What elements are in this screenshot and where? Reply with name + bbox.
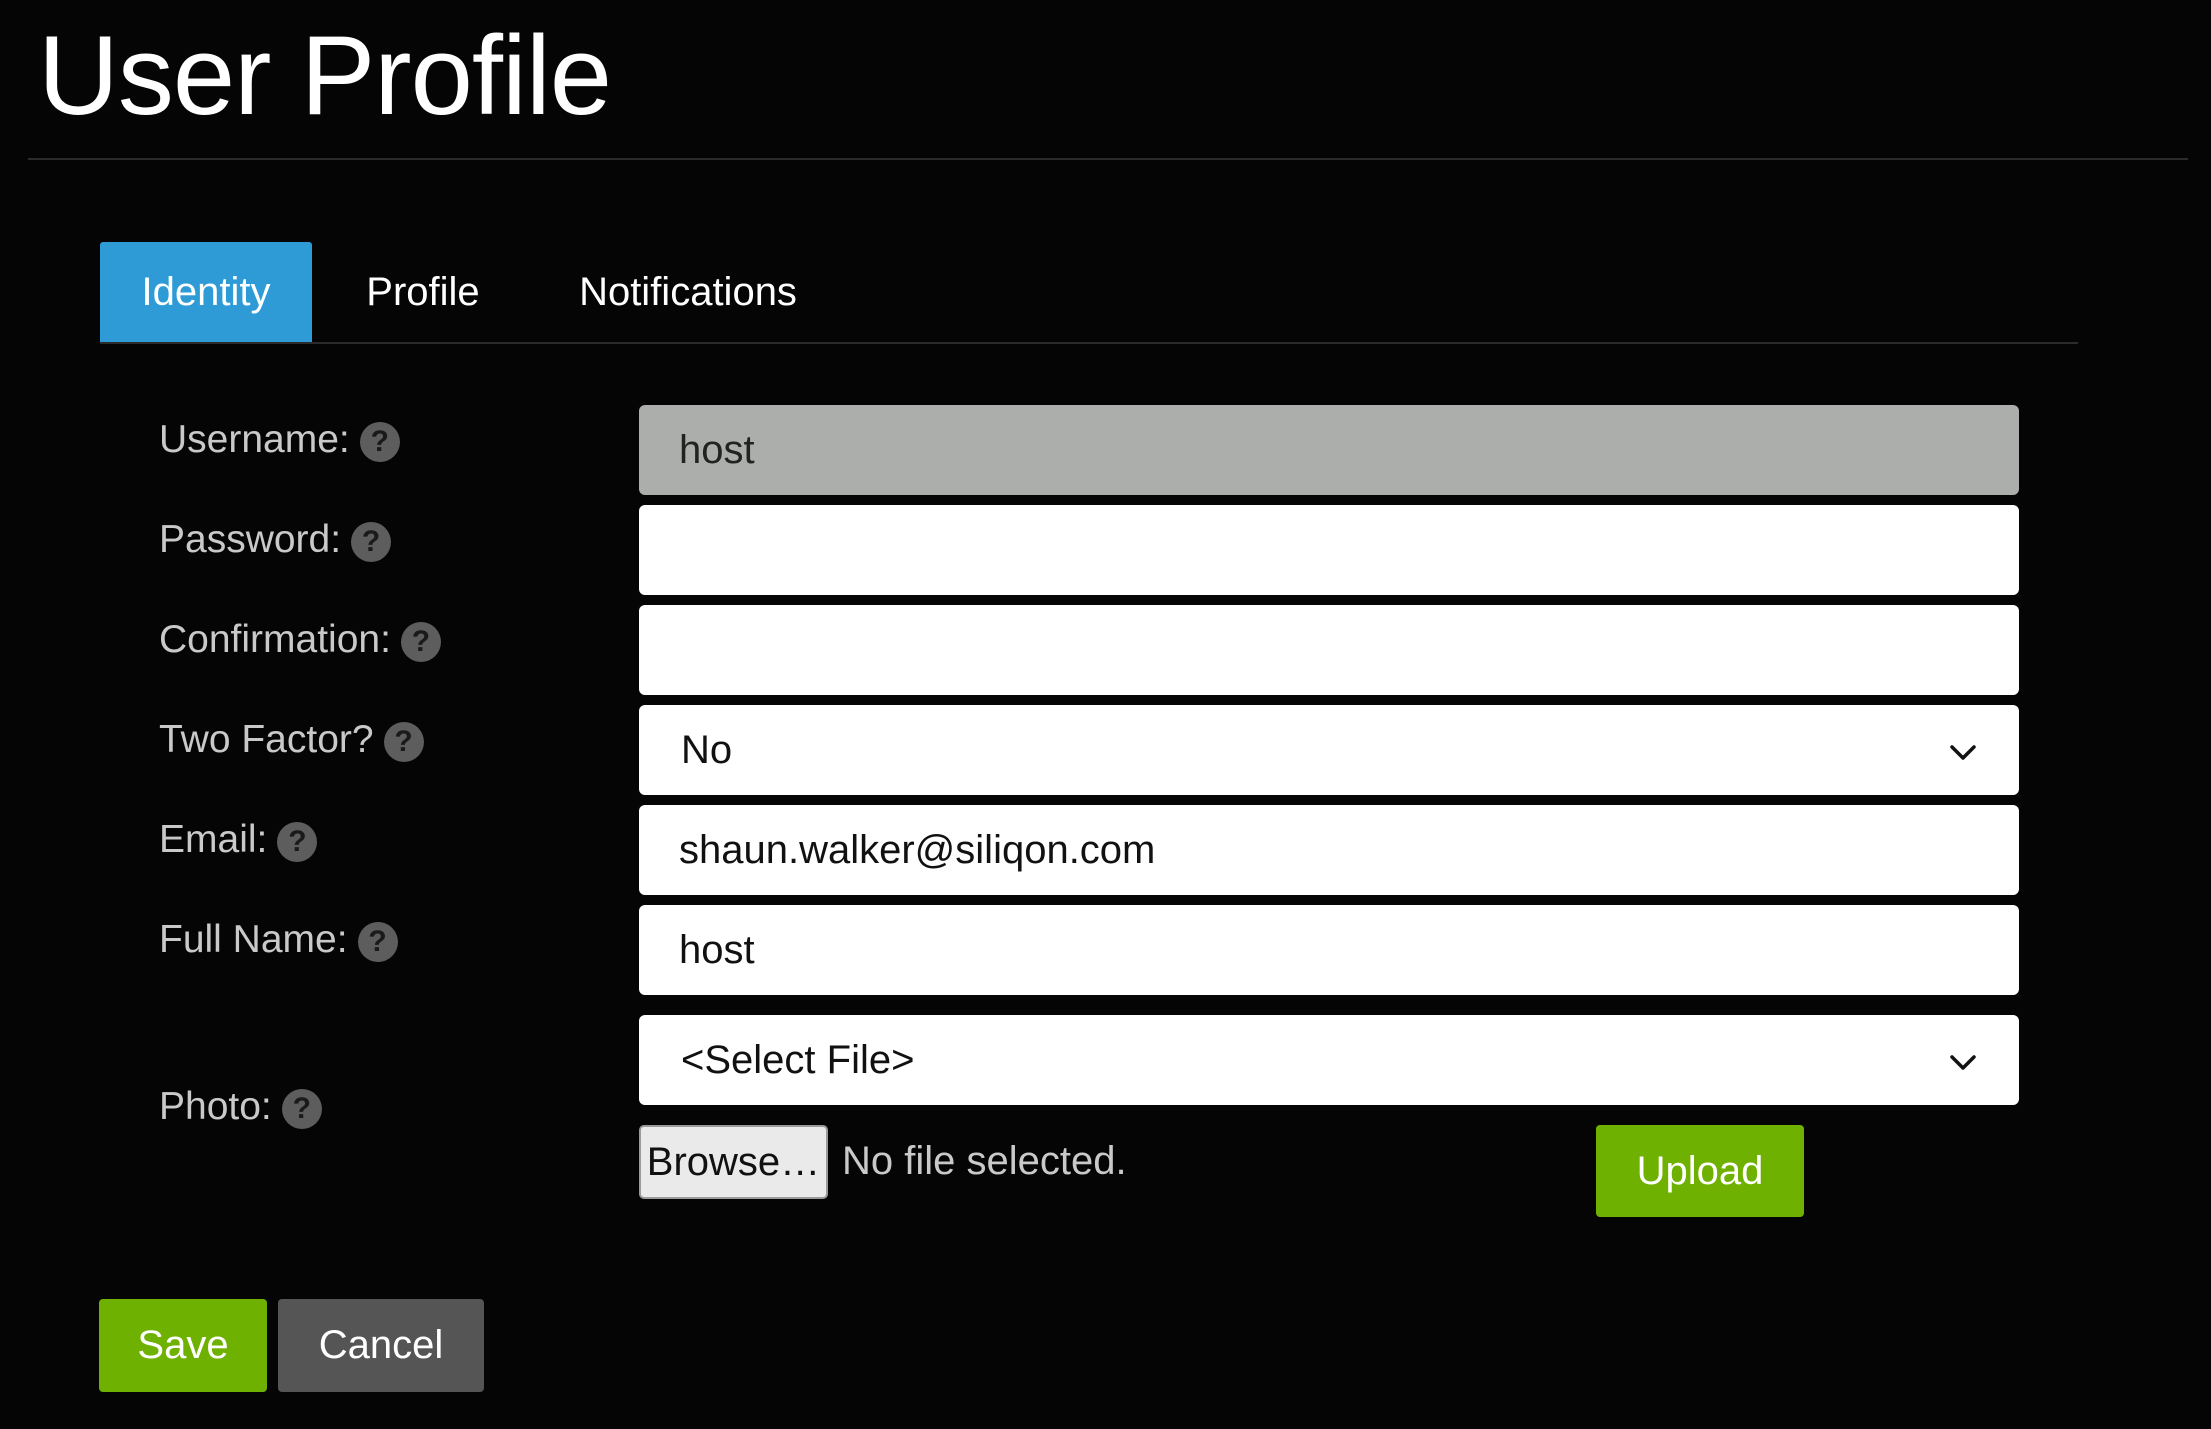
email-label-row: Email: ? xyxy=(159,815,318,865)
photo-file-select[interactable]: <Select File> xyxy=(639,1015,2019,1105)
help-icon[interactable]: ? xyxy=(277,822,318,862)
confirmation-label-row: Confirmation: ? xyxy=(159,615,441,665)
chevron-down-icon xyxy=(1950,745,1976,760)
browse-button[interactable]: Browse… xyxy=(639,1125,828,1199)
full-name-label-row: Full Name: ? xyxy=(159,915,398,965)
chevron-down-icon xyxy=(1950,1055,1976,1070)
password-label: Password: xyxy=(159,518,342,561)
photo-selected-value: <Select File> xyxy=(681,1038,915,1082)
two-factor-selected-value: No xyxy=(681,728,733,772)
two-factor-select[interactable]: No xyxy=(639,705,2019,795)
cancel-button[interactable]: Cancel xyxy=(278,1299,484,1392)
two-factor-label: Two Factor? xyxy=(159,718,374,761)
email-field[interactable] xyxy=(639,805,2019,895)
help-icon[interactable]: ? xyxy=(359,422,400,462)
password-label-row: Password: ? xyxy=(159,515,392,565)
help-icon[interactable]: ? xyxy=(400,622,441,662)
tab-identity[interactable]: Identity xyxy=(100,242,312,342)
confirmation-label: Confirmation: xyxy=(159,618,391,661)
page-title: User Profile xyxy=(38,13,612,138)
upload-button[interactable]: Upload xyxy=(1596,1125,1804,1217)
tab-profile[interactable]: Profile xyxy=(343,242,503,342)
tab-bar: Identity Profile Notifications xyxy=(100,242,2078,344)
username-label: Username: xyxy=(159,418,350,461)
two-factor-label-row: Two Factor? ? xyxy=(159,715,424,765)
save-button[interactable]: Save xyxy=(99,1299,267,1392)
help-icon[interactable]: ? xyxy=(383,722,424,762)
tab-notifications[interactable]: Notifications xyxy=(543,242,833,342)
file-status-text: No file selected. xyxy=(842,1139,1127,1183)
username-label-row: Username: ? xyxy=(159,415,400,465)
full-name-label: Full Name: xyxy=(159,918,348,961)
help-icon[interactable]: ? xyxy=(281,1089,322,1129)
photo-label-row: Photo: ? xyxy=(159,1082,322,1132)
email-label: Email: xyxy=(159,818,268,861)
confirmation-field[interactable] xyxy=(639,605,2019,695)
title-divider xyxy=(28,158,2188,160)
help-icon[interactable]: ? xyxy=(351,522,392,562)
help-icon[interactable]: ? xyxy=(357,922,398,962)
photo-label: Photo: xyxy=(159,1085,272,1128)
password-field[interactable] xyxy=(639,505,2019,595)
username-field[interactable] xyxy=(639,405,2019,495)
full-name-field[interactable] xyxy=(639,905,2019,995)
